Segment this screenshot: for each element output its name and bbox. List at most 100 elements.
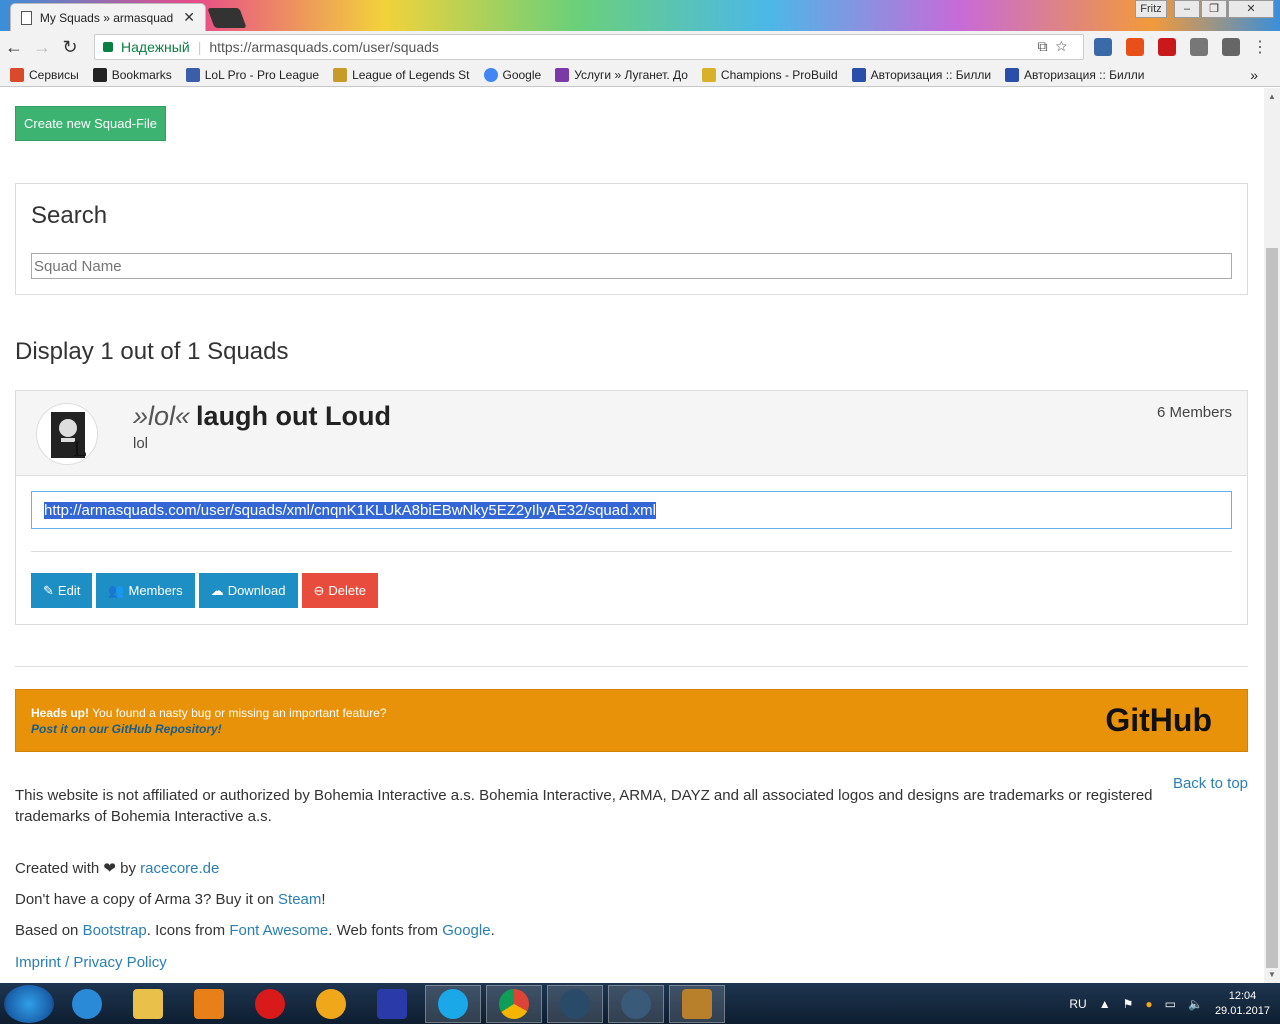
clock[interactable]: 12:04 29.01.2017 bbox=[1215, 989, 1270, 1019]
edit-button[interactable]: ✎ Edit bbox=[31, 573, 93, 608]
google-fonts-link[interactable]: Google bbox=[442, 922, 490, 939]
back-to-top-link[interactable]: Back to top bbox=[1173, 775, 1248, 792]
extension-icon[interactable] bbox=[1222, 38, 1240, 56]
disclaimer-text: This website is not affiliated or author… bbox=[15, 787, 1153, 825]
skype-icon bbox=[438, 988, 468, 1019]
forward-button[interactable]: → bbox=[28, 37, 56, 58]
close-window-button[interactable]: ✕ bbox=[1228, 0, 1274, 18]
separator: | bbox=[197, 39, 202, 55]
members-button[interactable]: 👥 Members bbox=[96, 573, 195, 608]
bootstrap-link[interactable]: Bootstrap bbox=[83, 922, 147, 939]
bookmark-item[interactable]: Авторизация :: Билли bbox=[851, 67, 991, 82]
maximize-button[interactable]: ❐ bbox=[1201, 0, 1227, 18]
flag-icon[interactable]: ⚑ bbox=[1123, 997, 1134, 1011]
browser-tab[interactable]: My Squads » armasquad ✕ bbox=[10, 3, 206, 31]
start-button[interactable] bbox=[4, 984, 54, 1023]
internet-explorer-icon bbox=[72, 988, 102, 1019]
volume-icon[interactable]: 🔈 bbox=[1188, 997, 1203, 1011]
font-awesome-link[interactable]: Font Awesome bbox=[229, 922, 328, 939]
chrome-icon bbox=[499, 988, 529, 1019]
download-button[interactable]: ☁ Download bbox=[198, 573, 298, 608]
language-indicator[interactable]: RU bbox=[1069, 997, 1086, 1011]
taskbar-app-opera[interactable] bbox=[242, 985, 298, 1023]
taskbar-app-explorer[interactable] bbox=[120, 985, 176, 1023]
svg-text:L: L bbox=[73, 437, 86, 461]
address-bar[interactable]: Надежный | https://armasquads.com/user/s… bbox=[94, 34, 1084, 60]
google-icon bbox=[483, 67, 498, 82]
bookmark-item[interactable]: Авторизация :: Билли bbox=[1005, 67, 1144, 82]
tray-app-icon[interactable]: ● bbox=[1145, 997, 1152, 1011]
search-panel: Search bbox=[15, 183, 1248, 295]
tray-expand-icon[interactable]: ▲ bbox=[1099, 997, 1111, 1011]
imprint-line: Imprint / Privacy Policy bbox=[15, 954, 167, 971]
imprint-link[interactable]: Imprint / Privacy Policy bbox=[15, 954, 167, 971]
opera-icon bbox=[255, 988, 285, 1019]
taskbar-app-media[interactable] bbox=[181, 985, 237, 1023]
title-bar: My Squads » armasquad ✕ Fritz – ❐ ✕ bbox=[0, 0, 1280, 31]
taskbar-app-skype[interactable] bbox=[425, 984, 481, 1023]
extension-icon[interactable] bbox=[1190, 38, 1208, 56]
bookmark-item[interactable]: Услуги » Луганет. До bbox=[555, 67, 688, 82]
url-text[interactable]: https://armasquads.com/user/squads bbox=[209, 39, 439, 55]
extension-icon[interactable] bbox=[1094, 38, 1112, 56]
delete-button[interactable]: ⊖ Delete bbox=[301, 573, 378, 608]
clock-date: 29.01.2017 bbox=[1214, 1005, 1270, 1017]
taskbar-app-ie[interactable] bbox=[59, 985, 115, 1023]
squad-xml-url-field[interactable]: http://armasquads.com/user/squads/xml/cn… bbox=[31, 491, 1232, 529]
clock-time: 12:04 bbox=[1228, 990, 1257, 1002]
minimize-button[interactable]: – bbox=[1174, 0, 1200, 18]
bookmark-item[interactable]: Bookmarks bbox=[92, 67, 172, 82]
taskbar-app-steam[interactable] bbox=[547, 984, 603, 1023]
page-content: Create new Squad-File Search Display 1 o… bbox=[0, 88, 1264, 983]
steam-link[interactable]: Steam bbox=[278, 891, 321, 908]
taskbar-app-chrome[interactable] bbox=[486, 984, 542, 1023]
squad-search-input[interactable] bbox=[31, 253, 1232, 279]
squad-tag: »lol« bbox=[133, 401, 191, 431]
squad-xml-url-text[interactable]: http://armasquads.com/user/squads/xml/cn… bbox=[44, 501, 656, 519]
bookmark-item[interactable]: Google bbox=[483, 67, 541, 82]
members-count: 6 Members bbox=[1156, 404, 1232, 421]
squad-name: laugh out Loud bbox=[196, 401, 391, 431]
network-icon[interactable]: ▭ bbox=[1165, 997, 1176, 1011]
close-tab-icon[interactable]: ✕ bbox=[183, 9, 195, 26]
bookmark-item[interactable]: League of Legends St bbox=[333, 67, 470, 82]
search-title: Search bbox=[31, 202, 108, 229]
ublock-icon[interactable] bbox=[1158, 38, 1176, 56]
translate-bookmark-icons[interactable]: ⧉☆ bbox=[1038, 38, 1075, 55]
bookmark-item[interactable]: Сервисы bbox=[10, 67, 79, 82]
github-logo[interactable]: GitHub bbox=[1105, 702, 1212, 739]
system-tray: RU ▲ ⚑ ● ▭ 🔈 12:04 29.01.2017 bbox=[1069, 989, 1270, 1019]
bookmarks-overflow-button[interactable]: » bbox=[1250, 67, 1258, 83]
scroll-up-arrow-icon[interactable]: ▲ bbox=[1268, 92, 1276, 101]
new-tab-button[interactable] bbox=[207, 8, 247, 28]
reload-button[interactable]: ↻ bbox=[56, 37, 84, 58]
racecore-link[interactable]: racecore.de bbox=[140, 860, 219, 877]
apps-icon bbox=[10, 67, 24, 82]
folder-icon bbox=[133, 988, 163, 1019]
taskbar-app-game[interactable] bbox=[669, 984, 725, 1023]
menu-icon[interactable]: ⋮ bbox=[1252, 37, 1268, 57]
taskbar-app-save[interactable] bbox=[364, 985, 420, 1023]
bookmark-item[interactable]: Champions - ProBuild bbox=[701, 67, 838, 82]
edit-icon: ✎ bbox=[43, 582, 54, 598]
taskbar-app-teamspeak[interactable] bbox=[608, 984, 664, 1023]
profile-button[interactable]: Fritz bbox=[1135, 0, 1167, 18]
bookmarks-bar: Сервисы Bookmarks LoL Pro - Pro League L… bbox=[0, 63, 1280, 87]
bookmark-item[interactable]: LoL Pro - Pro League bbox=[185, 67, 319, 82]
extension-icon[interactable] bbox=[1126, 38, 1144, 56]
window-controls: Fritz – ❐ ✕ bbox=[1135, 0, 1274, 18]
credits-line: Based on Bootstrap. Icons from Font Awes… bbox=[15, 922, 495, 939]
browser-toolbar: ← → ↻ Надежный | https://armasquads.com/… bbox=[0, 31, 1280, 63]
scroll-thumb[interactable] bbox=[1266, 248, 1278, 968]
back-button[interactable]: ← bbox=[0, 37, 28, 58]
page-scrollbar[interactable]: ▲ ▼ bbox=[1264, 88, 1280, 983]
bookmark-favicon bbox=[185, 67, 200, 82]
create-squad-button[interactable]: Create new Squad-File bbox=[15, 106, 166, 141]
bookmark-favicon bbox=[333, 67, 348, 82]
github-repo-link[interactable]: Post it on our GitHub Repository! bbox=[31, 722, 222, 736]
floppy-icon bbox=[377, 988, 407, 1019]
tab-title: My Squads » armasquad bbox=[39, 10, 174, 25]
scroll-down-arrow-icon[interactable]: ▼ bbox=[1268, 970, 1276, 979]
taskbar-app-aimp[interactable] bbox=[303, 985, 359, 1023]
bookmark-favicon bbox=[555, 67, 570, 82]
